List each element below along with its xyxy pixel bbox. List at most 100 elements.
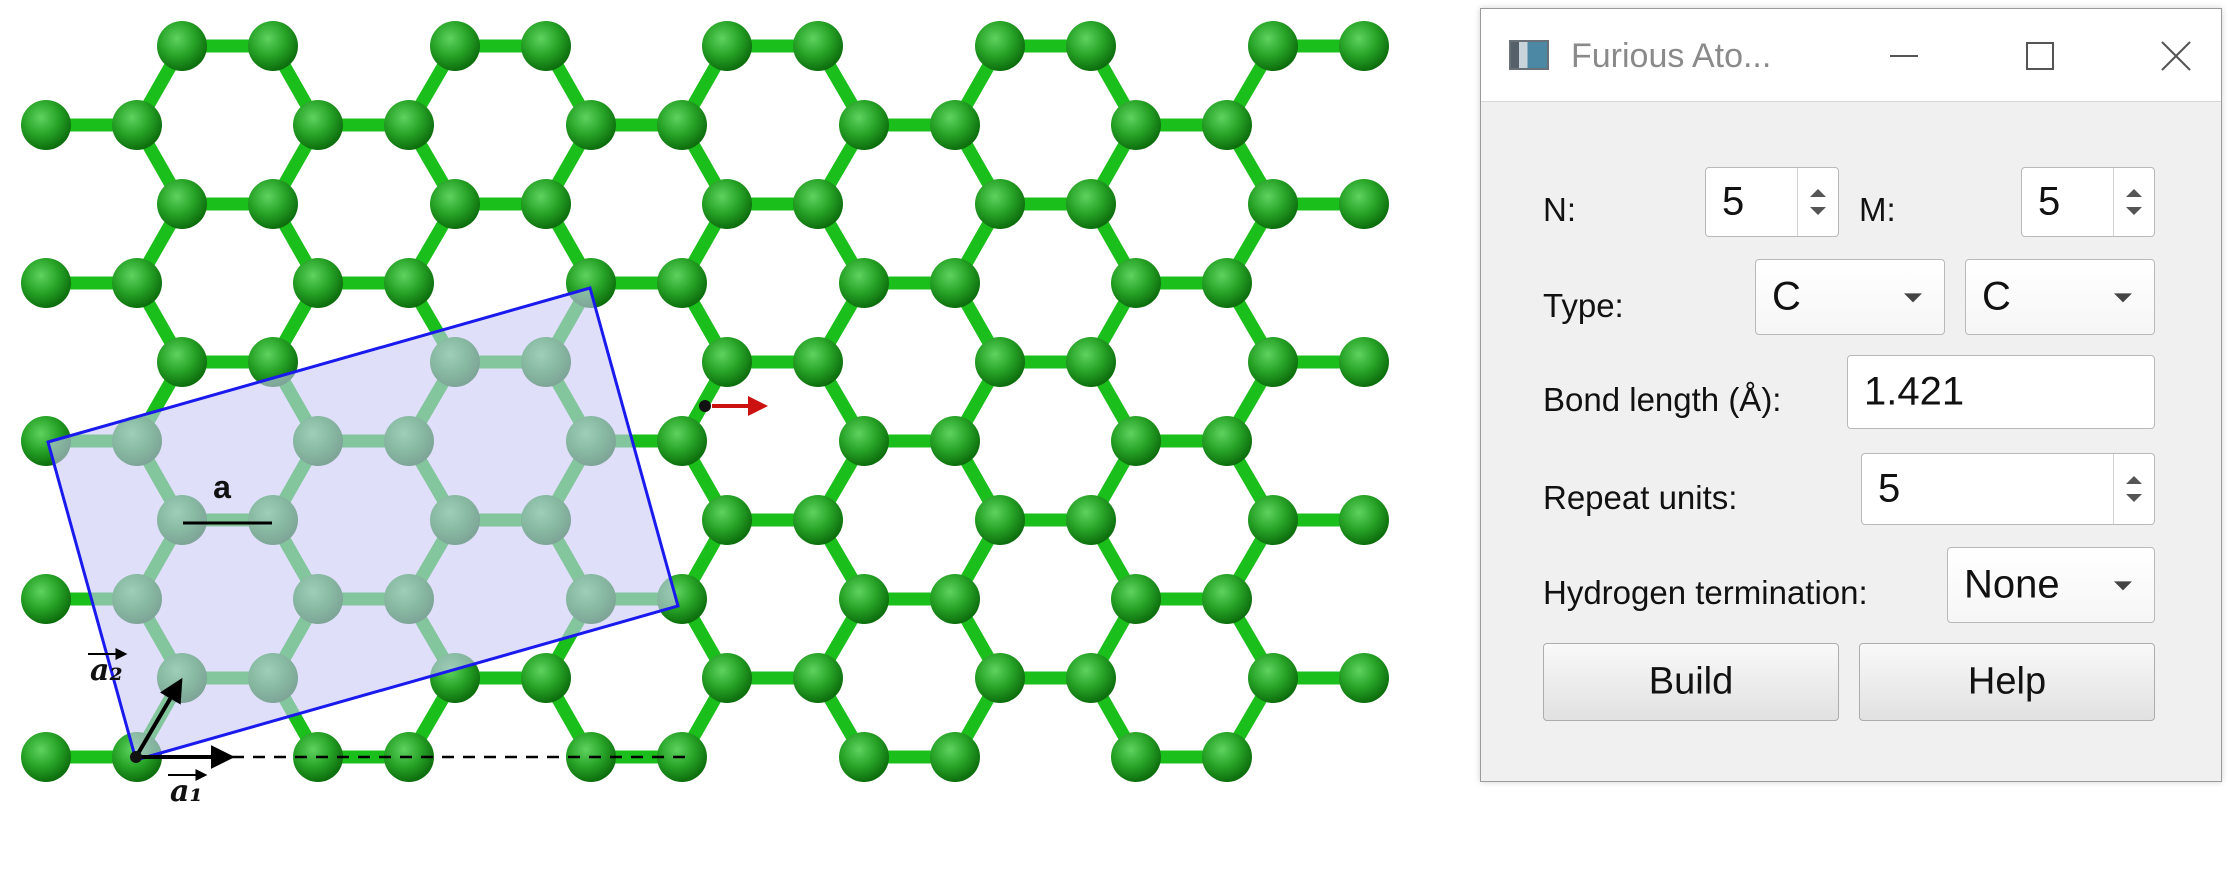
type-a-dropdown[interactable]: C bbox=[1755, 259, 1945, 335]
repeat-units-spinner bbox=[2113, 454, 2154, 524]
chevron-down-icon bbox=[2114, 581, 2132, 591]
close-icon bbox=[2161, 41, 2191, 71]
bond-length-input[interactable]: 1.421 bbox=[1847, 355, 2155, 429]
n-value: 5 bbox=[1722, 179, 1745, 224]
lattice-atom bbox=[157, 179, 207, 229]
title-bar[interactable]: Furious Ato... bbox=[1481, 9, 2221, 102]
unit-cell bbox=[46, 286, 680, 762]
lattice-atom bbox=[293, 100, 343, 150]
maximize-icon bbox=[2026, 42, 2054, 70]
chevron-down-icon bbox=[1904, 293, 1922, 303]
a2-vector-label: a₂ bbox=[90, 653, 123, 688]
lattice-atom bbox=[521, 179, 571, 229]
chevron-down-icon bbox=[2114, 293, 2132, 303]
lattice-atom bbox=[975, 179, 1025, 229]
lattice-atom bbox=[702, 21, 752, 71]
minimize-icon bbox=[1890, 55, 1918, 57]
axes-origin-dot bbox=[699, 400, 711, 412]
repeat-units-spinbox[interactable]: 5 bbox=[1861, 453, 2155, 525]
build-button[interactable]: Build bbox=[1543, 643, 1839, 721]
lattice-atom bbox=[793, 653, 843, 703]
lattice-atom bbox=[930, 258, 980, 308]
m-spinner bbox=[2113, 168, 2154, 236]
type-b-value: C bbox=[1982, 274, 2011, 319]
lattice-atom bbox=[430, 21, 480, 71]
lattice-atom bbox=[21, 732, 71, 782]
bond-length-label: a bbox=[213, 469, 231, 505]
furious-atoms-dialog: Furious Ato... N: 5 M: 5 Type: C C Bond … bbox=[1480, 8, 2222, 782]
type-label: Type: bbox=[1543, 287, 1624, 324]
lattice-atom bbox=[1202, 100, 1252, 150]
lattice-atom bbox=[657, 416, 707, 466]
lattice-atom bbox=[657, 258, 707, 308]
m-spinbox[interactable]: 5 bbox=[2021, 167, 2155, 237]
lattice-atom bbox=[1066, 495, 1116, 545]
a1-vector-label: a₁ bbox=[170, 774, 203, 809]
type-b-dropdown[interactable]: C bbox=[1965, 259, 2155, 335]
lattice-atom bbox=[702, 653, 752, 703]
lattice-atom bbox=[112, 258, 162, 308]
repeat-increment-arrow-icon[interactable] bbox=[2114, 454, 2154, 489]
graphene-lattice-figure: a a₁ a₂ bbox=[0, 0, 1420, 889]
lattice-atom bbox=[1339, 495, 1389, 545]
lattice-atom bbox=[975, 337, 1025, 387]
n-decrement-arrow-icon[interactable] bbox=[1798, 202, 1838, 236]
lattice-atom bbox=[1202, 574, 1252, 624]
lattice-atom bbox=[566, 100, 616, 150]
lattice-atom bbox=[930, 574, 980, 624]
lattice-atom bbox=[521, 21, 571, 71]
lattice-atom bbox=[112, 100, 162, 150]
minimize-button[interactable] bbox=[1869, 27, 1939, 85]
lattice-atom bbox=[1248, 495, 1298, 545]
repeat-units-value: 5 bbox=[1878, 466, 1901, 511]
window-title: Furious Ato... bbox=[1571, 37, 1772, 75]
lattice-atom bbox=[702, 179, 752, 229]
lattice-atom bbox=[1066, 21, 1116, 71]
lattice-atom bbox=[1066, 653, 1116, 703]
lattice-atom bbox=[293, 258, 343, 308]
lattice-atom bbox=[975, 653, 1025, 703]
lattice-atom bbox=[1111, 574, 1161, 624]
lattice-atom bbox=[157, 337, 207, 387]
hydrogen-termination-value: None bbox=[1964, 562, 2060, 607]
help-button-label: Help bbox=[1967, 660, 2047, 703]
lattice-atom bbox=[975, 21, 1025, 71]
lattice-atom bbox=[1202, 416, 1252, 466]
lattice-atom bbox=[21, 574, 71, 624]
repeat-units-label: Repeat units: bbox=[1543, 479, 1738, 516]
repeat-decrement-arrow-icon[interactable] bbox=[2114, 489, 2154, 524]
lattice-atom bbox=[1111, 100, 1161, 150]
lattice-atom bbox=[839, 100, 889, 150]
bond-length-field-label: Bond length (Å): bbox=[1543, 381, 1782, 418]
lattice-atom bbox=[1066, 337, 1116, 387]
lattice-atom bbox=[248, 21, 298, 71]
lattice-atom bbox=[1248, 21, 1298, 71]
lattice-atom bbox=[1202, 732, 1252, 782]
m-increment-arrow-icon[interactable] bbox=[2114, 168, 2154, 202]
lattice-atom bbox=[975, 495, 1025, 545]
m-decrement-arrow-icon[interactable] bbox=[2114, 202, 2154, 236]
lattice-atom bbox=[1339, 653, 1389, 703]
help-button[interactable]: Help bbox=[1859, 643, 2155, 721]
lattice-atom bbox=[21, 258, 71, 308]
lattice-atom bbox=[793, 337, 843, 387]
lattice-canvas: a a₁ a₂ bbox=[21, 21, 1389, 809]
lattice-atom bbox=[1111, 416, 1161, 466]
n-increment-arrow-icon[interactable] bbox=[1798, 168, 1838, 202]
maximize-button[interactable] bbox=[2005, 27, 2075, 85]
lattice-atom bbox=[384, 100, 434, 150]
lattice-atom bbox=[702, 337, 752, 387]
lattice-atom bbox=[930, 732, 980, 782]
lattice-atom bbox=[1339, 21, 1389, 71]
lattice-atom bbox=[930, 100, 980, 150]
hydrogen-termination-dropdown[interactable]: None bbox=[1947, 547, 2155, 623]
close-button[interactable] bbox=[2141, 27, 2211, 85]
lattice-atom bbox=[657, 100, 707, 150]
origin-dot bbox=[130, 751, 142, 763]
lattice-atom bbox=[21, 100, 71, 150]
lattice-atom bbox=[1248, 653, 1298, 703]
n-spinbox[interactable]: 5 bbox=[1705, 167, 1839, 237]
lattice-atom bbox=[930, 416, 980, 466]
lattice-atom bbox=[384, 258, 434, 308]
m-value: 5 bbox=[2038, 179, 2061, 224]
